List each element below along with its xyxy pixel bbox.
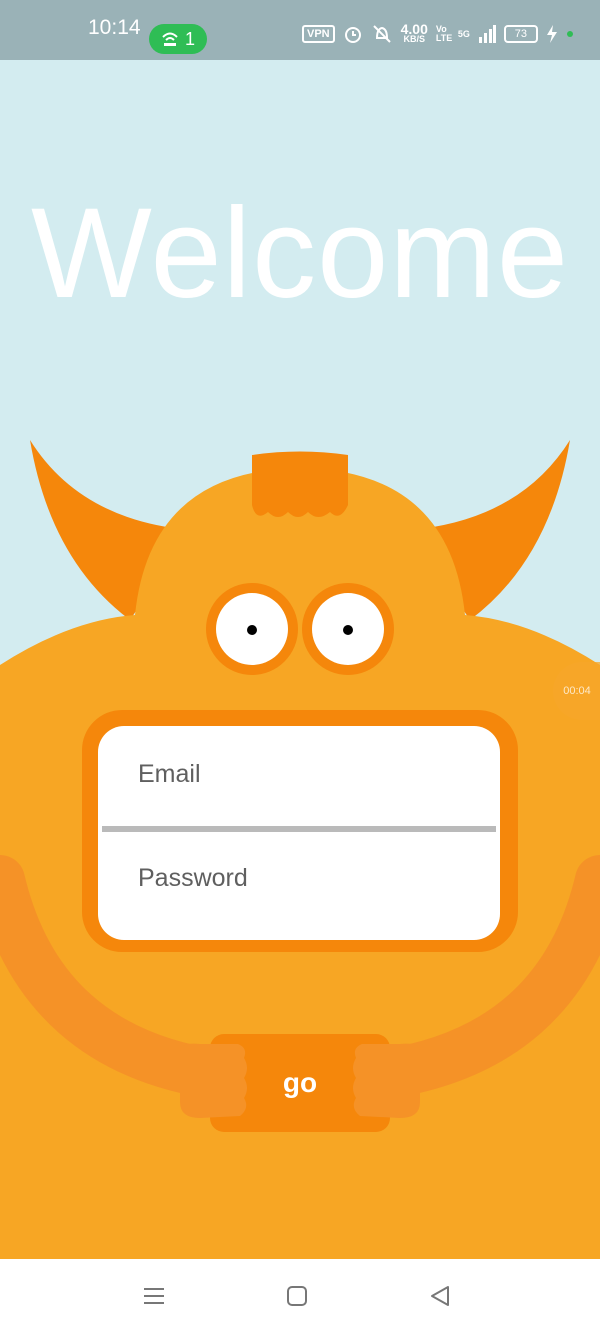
left-pupil <box>247 625 257 635</box>
hair-tuft <box>252 451 348 517</box>
password-input[interactable] <box>136 862 470 894</box>
menu-button[interactable] <box>139 1281 169 1311</box>
home-icon <box>287 1286 307 1306</box>
navigation-bar <box>0 1259 600 1333</box>
right-hand <box>353 1043 420 1118</box>
menu-icon <box>144 1288 164 1304</box>
monster-illustration <box>0 440 600 1260</box>
password-field-wrapper <box>98 830 500 926</box>
email-input[interactable] <box>136 758 470 790</box>
left-hand <box>180 1043 247 1118</box>
home-button[interactable] <box>282 1281 312 1311</box>
login-form <box>98 726 500 940</box>
right-pupil <box>343 625 353 635</box>
back-button[interactable] <box>425 1281 455 1311</box>
back-icon <box>431 1286 449 1306</box>
email-field-wrapper <box>98 726 500 822</box>
